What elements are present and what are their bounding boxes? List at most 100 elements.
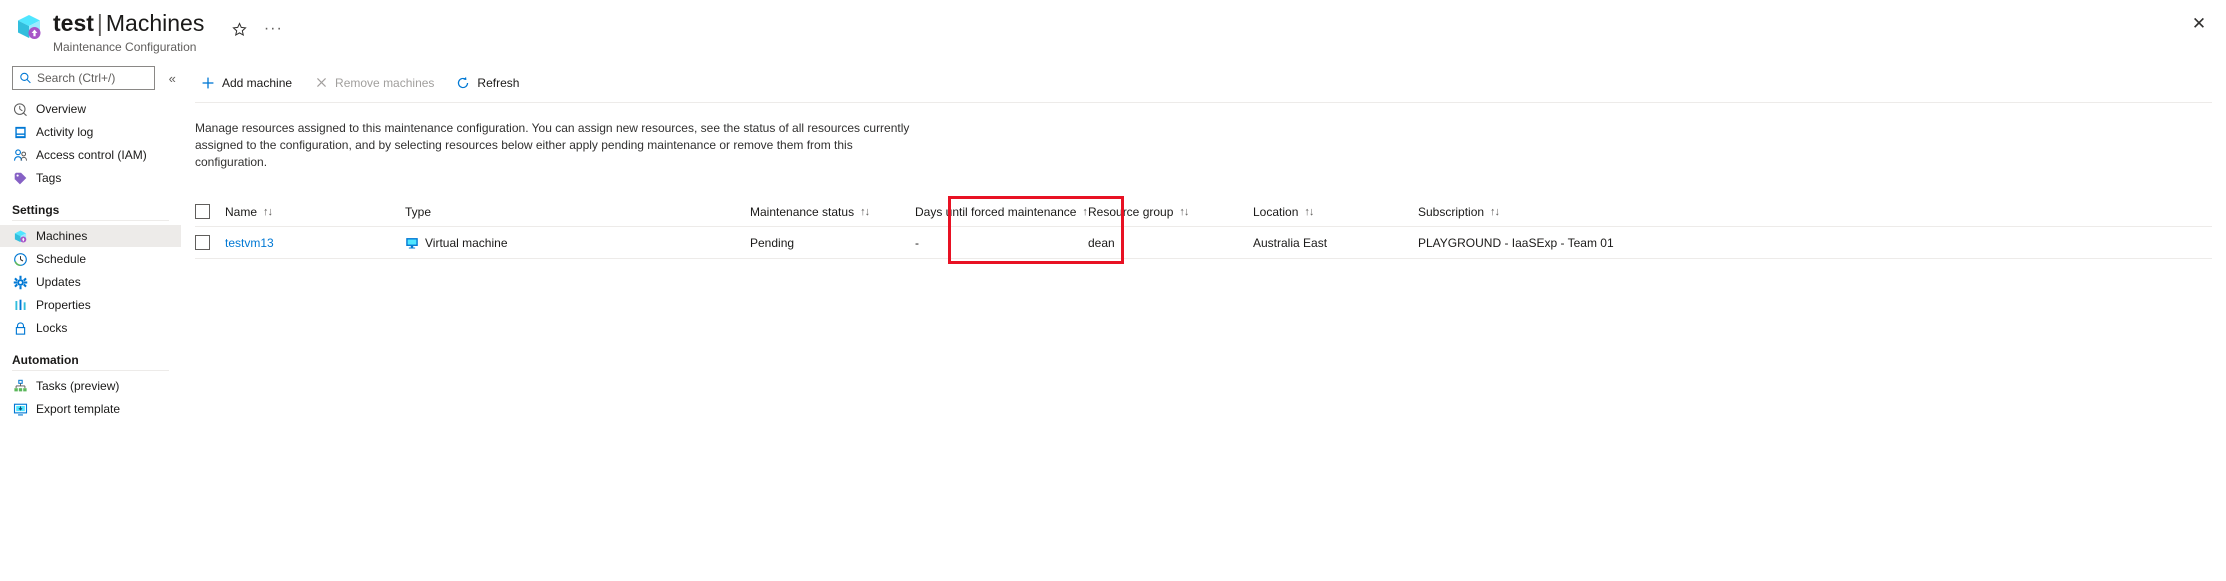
maintenance-configuration-cube-icon [14, 12, 44, 42]
sidebar-item-label: Overview [36, 102, 87, 116]
blade-body: « Overview [0, 62, 2226, 581]
sidebar-item-activity-log[interactable]: Activity log [0, 121, 181, 143]
sort-icon: ↑↓ [1490, 205, 1500, 218]
tags-icon [12, 170, 28, 186]
select-all-cell [195, 204, 225, 219]
remove-machines-label: Remove machines [335, 75, 435, 90]
sidebar-item-label: Export template [36, 402, 121, 416]
column-header-location[interactable]: Location ↑↓ [1253, 205, 1418, 219]
machines-table: Name ↑↓ Type Maintenance status ↑↓ Days … [195, 196, 2212, 264]
command-toolbar: Add machine Remove machines Refresh [181, 62, 2226, 96]
column-header-label: Resource group [1088, 204, 1174, 219]
export-template-icon [12, 401, 28, 417]
sidebar-item-label: Tags [36, 171, 62, 185]
sidebar-item-label: Schedule [36, 252, 87, 266]
sidebar-item-machines[interactable]: Machines [0, 225, 181, 247]
column-header-label: Days until forced maintenance [915, 204, 1077, 219]
sidebar-item-label: Access control (IAM) [36, 148, 147, 162]
blade-header: test | Machines Maintenance Configuration … [0, 0, 2226, 62]
sidebar-item-tags[interactable]: Tags [0, 167, 181, 189]
search-icon [19, 72, 32, 85]
sidebar-item-properties[interactable]: Properties [0, 294, 181, 316]
machine-name-link[interactable]: testvm13 [225, 236, 274, 250]
page-subtitle: Maintenance Configuration [53, 40, 197, 54]
column-header-label: Type [405, 204, 432, 219]
page-title-section: Machines [105, 10, 205, 36]
search-box[interactable] [12, 66, 156, 90]
column-header-label: Subscription [1418, 204, 1485, 219]
header-text-block: test | Machines Maintenance Configuration [53, 10, 204, 55]
add-machine-button[interactable]: Add machine [195, 70, 302, 96]
sort-icon: ↑↓ [1179, 205, 1189, 218]
column-header-label: Name [225, 204, 258, 219]
close-icon[interactable]: ✕ [2186, 10, 2212, 36]
sidebar-item-label: Updates [36, 275, 81, 289]
table-row[interactable]: testvm13 Virtual machine Pending - dean … [195, 227, 2212, 259]
sidebar-group-automation-title: Automation [12, 353, 79, 367]
tasks-icon [12, 378, 28, 394]
updates-gear-icon [12, 274, 28, 290]
sort-icon: ↑↓ [860, 205, 870, 218]
column-header-name[interactable]: Name ↑↓ [225, 205, 405, 219]
lock-icon [12, 320, 28, 336]
page-title: test | Machines [53, 10, 204, 37]
refresh-label: Refresh [477, 75, 520, 90]
sidebar-item-locks[interactable]: Locks [0, 317, 181, 339]
sidebar-item-label: Activity log [36, 125, 94, 139]
page-title-separator: | [96, 10, 103, 36]
sidebar-item-overview[interactable]: Overview [0, 98, 181, 120]
overview-icon [12, 101, 28, 117]
column-header-type[interactable]: Type [405, 205, 750, 219]
refresh-icon [454, 74, 472, 92]
sidebar-group-divider [12, 370, 169, 371]
sidebar-group-settings-title: Settings [12, 203, 60, 217]
column-header-label: Location [1253, 204, 1299, 219]
select-all-checkbox[interactable] [195, 204, 210, 219]
cell-days-until-forced-maintenance: - [915, 235, 919, 250]
row-checkbox[interactable] [195, 235, 210, 250]
sidebar: « Overview [0, 62, 181, 581]
toolbar-divider [195, 102, 2212, 103]
properties-icon [12, 297, 28, 313]
cell-subscription: PLAYGROUND - IaaSExp - Team 01 [1418, 235, 1614, 250]
sidebar-item-label: Locks [36, 321, 68, 335]
cell-maintenance-status: Pending [750, 235, 795, 250]
column-header-days-until-forced-maintenance[interactable]: Days until forced maintenance ↑↓ [915, 205, 1088, 219]
sidebar-item-tasks[interactable]: Tasks (preview) [0, 375, 181, 397]
content-pane: Add machine Remove machines Refresh Mana… [181, 62, 2226, 581]
search-input[interactable] [13, 67, 155, 89]
sidebar-top-items: Overview Activity log Access control (IA… [0, 98, 181, 189]
sidebar-item-export-template[interactable]: Export template [0, 398, 181, 420]
cell-resource-group: dean [1088, 235, 1115, 250]
cross-icon [312, 74, 330, 92]
sidebar-item-label: Tasks (preview) [36, 379, 120, 393]
plus-icon [199, 74, 217, 92]
type-label: Virtual machine [425, 235, 508, 250]
activity-log-icon [12, 124, 28, 140]
favorite-star-icon[interactable] [226, 16, 252, 42]
sidebar-item-label: Properties [36, 298, 91, 312]
refresh-button[interactable]: Refresh [450, 70, 529, 96]
sidebar-item-updates[interactable]: Updates [0, 271, 181, 293]
sort-icon: ↑↓ [1304, 205, 1314, 218]
remove-machines-button[interactable]: Remove machines [308, 70, 444, 96]
cell-name: testvm13 [225, 236, 405, 250]
collapse-sidebar-icon[interactable]: « [163, 68, 181, 88]
cell-location: Australia East [1253, 235, 1328, 250]
row-select-cell [195, 235, 225, 250]
more-options-icon[interactable]: ··· [260, 16, 286, 42]
sidebar-item-schedule[interactable]: Schedule [0, 248, 181, 270]
machines-icon [12, 228, 28, 244]
column-header-maintenance-status[interactable]: Maintenance status ↑↓ [750, 205, 915, 219]
sidebar-group-divider [12, 220, 169, 221]
virtual-machine-icon [405, 236, 419, 250]
sidebar-item-label: Machines [36, 229, 88, 243]
column-header-subscription[interactable]: Subscription ↑↓ [1418, 205, 1718, 219]
table-header-row: Name ↑↓ Type Maintenance status ↑↓ Days … [195, 197, 2212, 227]
sidebar-item-access-control[interactable]: Access control (IAM) [0, 144, 181, 166]
column-header-label: Maintenance status [750, 204, 855, 219]
sort-icon: ↑↓ [263, 205, 273, 218]
access-control-icon [12, 147, 28, 163]
column-header-resource-group[interactable]: Resource group ↑↓ [1088, 205, 1253, 219]
header-actions: ··· [226, 16, 286, 42]
